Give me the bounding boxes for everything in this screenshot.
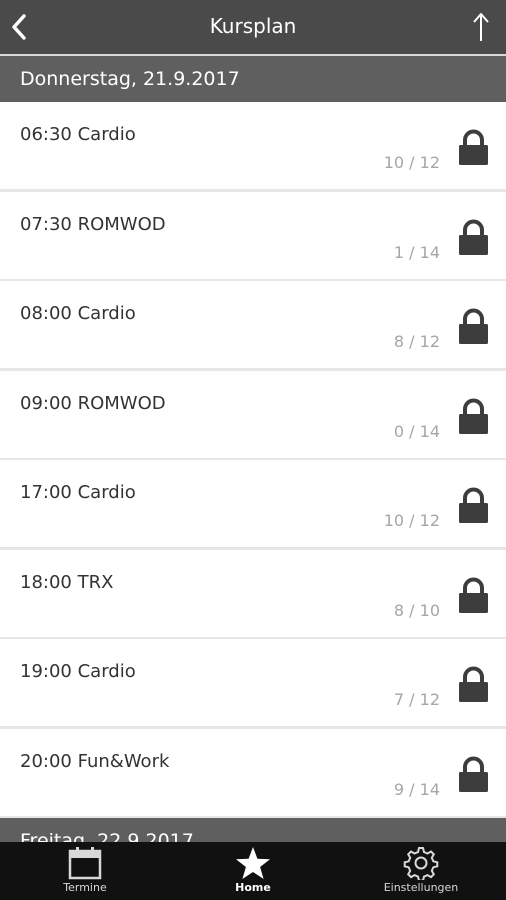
tab-einstellungen[interactable]: Einstellungen: [336, 842, 506, 900]
day-header: Donnerstag, 21.9.2017: [0, 56, 506, 102]
course-row[interactable]: 09:00 ROMWOD 0 / 14: [0, 370, 506, 458]
course-row[interactable]: 20:00 Fun&Work 9 / 14: [0, 728, 506, 816]
course-row[interactable]: 06:30 Cardio 10 / 12: [0, 102, 506, 189]
participant-count: 1 / 14: [393, 242, 440, 262]
participant-count: 10 / 12: [383, 153, 440, 172]
lock-icon: [459, 398, 488, 434]
course-row[interactable]: 08:00 Cardio 8 / 12: [0, 281, 506, 368]
lock-icon: [459, 487, 488, 523]
tab-termine[interactable]: Termine: [0, 842, 170, 900]
page-title: Kursplan: [209, 14, 297, 38]
participant-count: 8 / 10: [393, 600, 440, 620]
lock-icon: [459, 577, 488, 613]
lock-icon: [459, 308, 488, 344]
course-name: 18:00 TRX: [20, 571, 114, 593]
course-name: 17:00 Cardio: [20, 482, 136, 503]
star-icon: [236, 847, 270, 879]
tab-label: Einstellungen: [383, 881, 459, 894]
top-bar: Kursplan: [0, 0, 506, 56]
course-name: 20:00 Fun&Work: [20, 750, 170, 772]
participant-count: 0 / 14: [393, 421, 440, 441]
arrow-up-icon[interactable]: [470, 10, 492, 44]
course-row[interactable]: 19:00 Cardio 7 / 12: [0, 639, 506, 726]
course-row[interactable]: 18:00 TRX 8 / 10: [0, 549, 506, 637]
day-header: Freitag, 22.9.2017: [0, 818, 506, 842]
participant-count: 10 / 12: [383, 511, 440, 530]
tab-label: Home: [235, 881, 271, 894]
gear-icon: [403, 847, 439, 880]
course-name: 07:30 ROMWOD: [20, 213, 166, 235]
participant-count: 7 / 12: [393, 690, 440, 709]
lock-icon: [459, 129, 488, 165]
lock-icon: [459, 666, 488, 702]
course-row[interactable]: 07:30 ROMWOD 1 / 14: [0, 191, 506, 279]
tab-home[interactable]: Home: [170, 842, 336, 900]
participant-count: 9 / 14: [393, 779, 440, 799]
course-name: 09:00 ROMWOD: [20, 392, 166, 414]
bottom-tab-bar: Termine Home Einstellungen: [0, 842, 506, 900]
lock-icon: [459, 756, 488, 792]
course-name: 19:00 Cardio: [20, 661, 136, 682]
course-name: 06:30 Cardio: [20, 124, 136, 145]
course-name: 08:00 Cardio: [20, 303, 136, 324]
tab-label: Termine: [63, 881, 107, 894]
course-row[interactable]: 17:00 Cardio 10 / 12: [0, 460, 506, 547]
calendar-icon: [68, 847, 102, 880]
course-schedule[interactable]: Donnerstag, 21.9.2017 06:30 Cardio 10 / …: [0, 56, 506, 842]
lock-icon: [459, 219, 488, 255]
participant-count: 8 / 12: [393, 332, 440, 351]
